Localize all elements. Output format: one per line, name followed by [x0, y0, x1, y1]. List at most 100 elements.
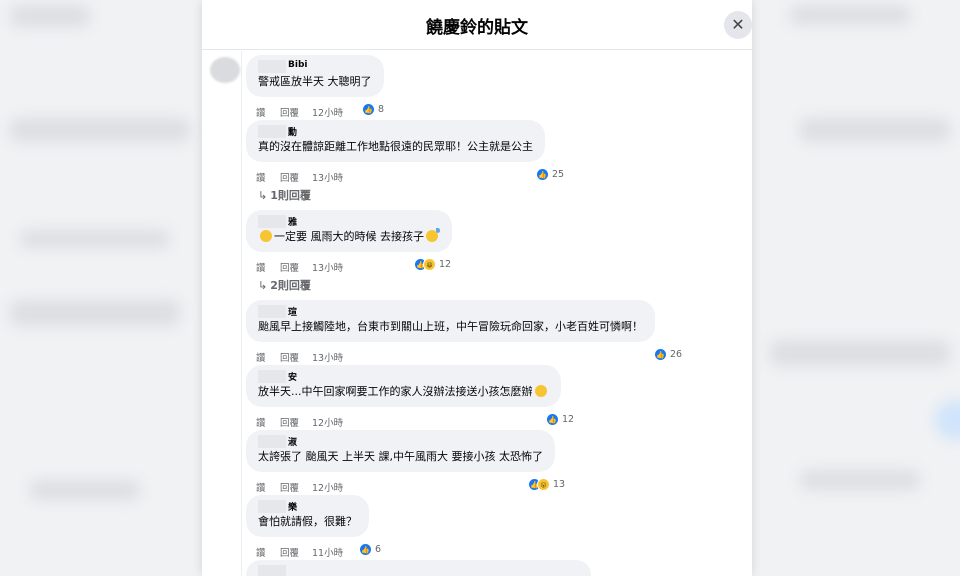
redacted-name	[258, 500, 286, 513]
comment-actions: 讚 回覆 12小時 👍 😮 13	[246, 477, 565, 495]
blurred-block	[10, 300, 180, 326]
comment-author[interactable]: 雅	[258, 214, 440, 229]
comment-author[interactable]: 樂	[258, 499, 357, 514]
reply-button[interactable]: 回覆	[280, 350, 299, 364]
comment-actions: 讚 回覆 12小時 👍 12	[246, 412, 574, 430]
comment-bubble: 樂 會怕就請假，很難？	[246, 495, 369, 537]
post-modal: 饒慶鈴的貼文 ✕ Bibi 警戒區放半天 大聰明了 讚 回覆 12小時 👍8	[202, 0, 752, 576]
comment-text: 會怕就請假，很難？	[258, 515, 357, 528]
reply-button[interactable]: 回覆	[280, 170, 299, 184]
thumbs-up-icon: 👍	[536, 168, 549, 181]
comment: 雅 一定要 風雨大的時候 去接孩子 讚 回覆 13小時 👍 😆 12	[246, 210, 452, 275]
comment-actions: 讚 回覆 12小時 👍 8	[246, 102, 384, 120]
reaction-summary[interactable]: 👍 12	[546, 413, 574, 426]
comment: 淑 太誇張了 颱風天 上半天 課,中午風雨大 要接小孩 太恐怖了 讚 回覆 12…	[246, 430, 565, 495]
comment-text: 太誇張了 颱風天 上半天 課,中午風雨大 要接小孩 太恐怖了	[258, 450, 543, 463]
redacted-name	[258, 370, 286, 383]
grinning-emoji-icon	[534, 385, 547, 397]
modal-header: 饒慶鈴的貼文 ✕	[202, 0, 752, 50]
close-icon: ✕	[731, 15, 745, 34]
like-button[interactable]: 讚	[256, 260, 266, 274]
blurred-block	[800, 118, 950, 142]
like-button[interactable]: 讚	[256, 480, 266, 494]
comment-bubble: 淑 太誇張了 颱風天 上半天 課,中午風雨大 要接小孩 太恐怖了	[246, 430, 555, 472]
comment-author[interactable]: 淑	[258, 434, 543, 449]
avatar	[210, 57, 240, 83]
reply-button[interactable]: 回覆	[280, 545, 299, 559]
like-button[interactable]: 讚	[256, 170, 266, 184]
reaction-summary[interactable]: 👍 25	[536, 168, 564, 181]
comment: 樂 會怕就請假，很難？ 讚 回覆 11小時 👍 6	[246, 495, 381, 560]
like-button[interactable]: 讚	[256, 105, 266, 119]
thumbs-up-icon: 👍	[654, 348, 667, 361]
thumbs-up-icon: 👍	[362, 103, 375, 116]
haha-icon: 😆	[423, 258, 436, 271]
blurred-block	[770, 340, 950, 366]
comment-actions: 讚 回覆 13小時 👍 25	[246, 167, 564, 185]
comment-author[interactable]: 安	[258, 369, 549, 384]
comment-timestamp[interactable]: 11小時	[312, 545, 343, 559]
sweat-smile-emoji-icon	[260, 230, 272, 242]
blurred-block	[790, 5, 910, 25]
redacted-name	[258, 125, 286, 138]
view-replies-link[interactable]: ↳ 1則回覆	[258, 187, 311, 203]
redacted-name	[258, 305, 286, 318]
comment-author[interactable]: 勳	[258, 124, 533, 139]
blurred-block	[20, 230, 170, 248]
reaction-summary[interactable]: 👍 😆 12	[414, 258, 451, 271]
blurred-block	[10, 5, 90, 27]
comment: 安 放半天...中午回家啊要工作的家人沒辦法接送小孩怎麼辦 讚 回覆 12小時 …	[246, 365, 574, 430]
comment-actions: 讚 回覆 13小時 👍 😆 12	[246, 257, 452, 275]
comment-text: 颱風早上接觸陸地，台東市到關山上班，中午冒險玩命回家，小老百姓可憐啊！	[258, 320, 643, 333]
thread-column	[202, 51, 242, 576]
comment-timestamp[interactable]: 12小時	[312, 480, 343, 494]
like-button[interactable]: 讚	[256, 350, 266, 364]
view-replies-link[interactable]: ↳ 2則回覆	[258, 277, 311, 293]
comment-timestamp[interactable]: 12小時	[312, 105, 343, 119]
thumbs-up-icon: 👍	[546, 413, 559, 426]
reaction-summary[interactable]: 👍 26	[654, 348, 682, 361]
comment-author[interactable]: Bibi	[258, 59, 372, 74]
reaction-summary[interactable]: 👍 8	[362, 103, 384, 116]
reaction-summary[interactable]: 👍 6	[359, 543, 381, 556]
comment-timestamp[interactable]: 12小時	[312, 415, 343, 429]
comment-bubble: 雅 一定要 風雨大的時候 去接孩子	[246, 210, 452, 252]
comment-text: 警戒區放半天 大聰明了	[258, 75, 372, 88]
comment-bubble: 安 放半天...中午回家啊要工作的家人沒辦法接送小孩怎麼辦	[246, 365, 561, 407]
comment-bubble: 勳 真的沒在體諒距離工作地點很遠的民眾耶！公主就是公主	[246, 120, 545, 162]
haha-icon: 😮	[537, 478, 550, 491]
thumbs-up-icon: 👍	[359, 543, 372, 556]
like-button[interactable]: 讚	[256, 415, 266, 429]
redacted-name	[258, 215, 286, 228]
reply-button[interactable]: 回覆	[280, 260, 299, 274]
reply-button[interactable]: 回覆	[280, 480, 299, 494]
redacted-name	[258, 435, 286, 448]
blurred-block	[800, 470, 920, 490]
close-button[interactable]: ✕	[724, 11, 752, 39]
reply-arrow-icon: ↳	[258, 189, 268, 202]
reply-arrow-icon: ↳	[258, 279, 268, 292]
comment-bubble: Bibi 警戒區放半天 大聰明了	[246, 55, 384, 97]
reply-button[interactable]: 回覆	[280, 105, 299, 119]
crying-emoji-icon	[426, 228, 440, 242]
comment-actions: 讚 回覆 13小時 👍 26	[246, 347, 682, 365]
comment: Bibi 警戒區放半天 大聰明了 讚 回覆 12小時 👍 8	[246, 55, 384, 120]
comment-bubble	[246, 560, 591, 576]
blurred-block	[10, 118, 190, 142]
modal-title: 饒慶鈴的貼文	[426, 18, 528, 38]
comment: 勳 真的沒在體諒距離工作地點很遠的民眾耶！公主就是公主 讚 回覆 13小時 👍 2…	[246, 120, 564, 185]
comment-timestamp[interactable]: 13小時	[312, 170, 343, 184]
blurred-block	[30, 480, 140, 500]
comment-author[interactable]: 瑄	[258, 304, 643, 319]
comment-bubble: 瑄 颱風早上接觸陸地，台東市到關山上班，中午冒險玩命回家，小老百姓可憐啊！	[246, 300, 655, 342]
comment-author[interactable]	[258, 564, 579, 576]
comment-timestamp[interactable]: 13小時	[312, 350, 343, 364]
comment-text: 放半天...中午回家啊要工作的家人沒辦法接送小孩怎麼辦	[258, 384, 549, 400]
like-button[interactable]: 讚	[256, 545, 266, 559]
redacted-name	[258, 60, 286, 73]
reaction-summary[interactable]: 👍 😮 13	[528, 478, 565, 491]
comment: 瑄 颱風早上接觸陸地，台東市到關山上班，中午冒險玩命回家，小老百姓可憐啊！ 讚 …	[246, 300, 682, 365]
comment-timestamp[interactable]: 13小時	[312, 260, 343, 274]
reply-button[interactable]: 回覆	[280, 415, 299, 429]
comments-list[interactable]: Bibi 警戒區放半天 大聰明了 讚 回覆 12小時 👍 8 勳 真的沒在體諒距離…	[202, 51, 752, 576]
